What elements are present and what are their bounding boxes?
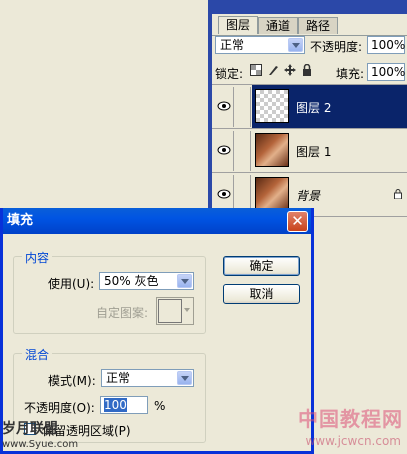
tab-layers[interactable]: 图层 [218,16,258,34]
eye-icon [217,145,231,155]
eye-icon [217,101,231,111]
layer-fill-input[interactable]: 100% [367,63,405,81]
custom-pattern-label: 自定图案: [96,306,149,320]
tab-channels[interactable]: 通道 [258,17,298,34]
close-button[interactable]: ✕ [287,211,308,232]
mode-label: 模式(M): [48,374,96,388]
custom-pattern-picker [156,297,194,325]
content-group-title: 内容 [22,249,53,266]
opacity-input-value: 100 [104,398,127,412]
lock-transparency-icon[interactable] [250,64,262,79]
ok-button[interactable]: 确定 [223,256,300,276]
layer-blend-mode-value: 正常 [220,38,245,52]
layer-link-column[interactable] [235,87,251,127]
lock-brush-icon[interactable] [267,64,279,79]
tab-paths[interactable]: 路径 [298,17,338,34]
layer-opacity-input[interactable]: 100% [367,36,405,54]
layer-2-body[interactable]: 图层 2 [252,85,407,128]
pattern-swatch [158,299,182,323]
background-name: 背景 [296,189,321,203]
lock-move-icon[interactable] [284,64,296,79]
layer-1-body[interactable]: 图层 1 [252,129,407,172]
mode-select[interactable]: 正常 [101,369,194,387]
dialog-titlebar[interactable]: 填充 ✕ [3,208,311,234]
use-label: 使用(U): [48,277,95,291]
watermark-left-url: www.Syue.com [2,439,79,450]
lock-label: 锁定: [215,67,244,81]
layer-opacity-label: 不透明度: [310,40,363,54]
blend-group-title: 混合 [22,346,53,363]
close-icon: ✕ [291,212,304,230]
lock-icon [394,188,402,202]
dialog-title: 填充 [7,213,34,228]
cancel-button[interactable]: 取消 [223,284,300,304]
layer-2-thumbnail [255,89,289,123]
layer-1-name: 图层 1 [296,145,332,159]
use-select-value: 50% 灰色 [104,274,159,288]
chevron-down-icon[interactable] [288,38,303,52]
background-thumbnail [255,177,289,211]
mode-select-value: 正常 [106,371,131,385]
layer-2-name: 图层 2 [296,101,332,115]
visibility-toggle[interactable] [214,87,234,127]
eye-icon [217,189,231,199]
watermark-right-url: www.jcwcn.com [305,434,401,448]
watermark-right-text: 中国教程网 [298,407,403,431]
watermark-left-text: 岁月联盟 [2,421,58,437]
percent-label: % [154,399,166,413]
layer-row-layer-1[interactable]: 图层 1 [212,129,407,173]
layer-1-thumbnail [255,133,289,167]
lock-all-icon[interactable] [302,63,312,79]
use-select[interactable]: 50% 灰色 [99,272,194,290]
chevron-down-icon[interactable] [177,371,192,385]
visibility-toggle[interactable] [214,131,234,171]
content-groupbox: 内容 使用(U): 50% 灰色 自定图案: [13,249,206,334]
opacity-label: 不透明度(O): [24,401,95,415]
opacity-input[interactable]: 100 [100,396,148,414]
chevron-down-icon [184,308,190,312]
layer-row-layer-2[interactable]: 图层 2 [212,85,407,129]
fill-label: 填充: [336,67,365,81]
chevron-down-icon[interactable] [177,274,192,288]
layer-blend-mode-select[interactable]: 正常 [215,36,305,54]
layer-link-column[interactable] [235,131,251,171]
